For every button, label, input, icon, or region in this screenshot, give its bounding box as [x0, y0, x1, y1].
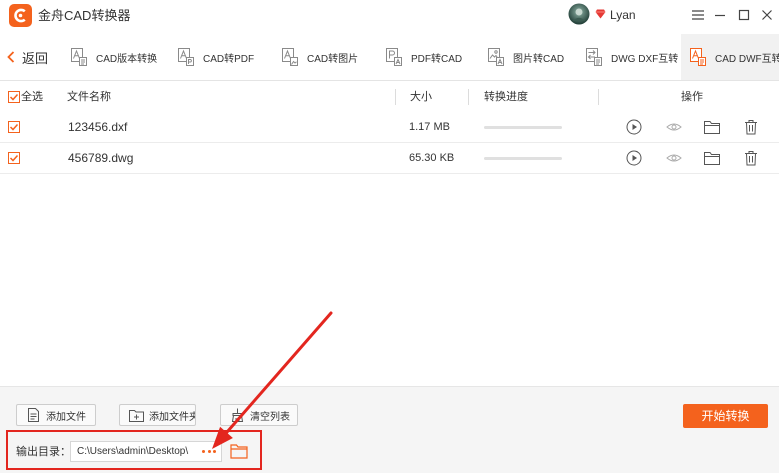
- select-all-label[interactable]: 全选: [21, 82, 43, 112]
- tab-cad-version-convert[interactable]: CAD版本转换: [62, 34, 169, 80]
- output-dir-label: 输出目录：: [16, 446, 71, 458]
- column-header-progress: 转换进度: [484, 91, 528, 103]
- delete-button[interactable]: [742, 150, 760, 166]
- add-folder-icon: [129, 408, 144, 422]
- close-button[interactable]: [760, 8, 774, 22]
- file-table-header: 全选 文件名称 大小 转换进度 操作: [0, 82, 779, 112]
- folder-icon: [230, 444, 248, 459]
- minimize-button[interactable]: [713, 8, 727, 22]
- output-dir-field[interactable]: [70, 441, 222, 462]
- preview-button[interactable]: [665, 119, 683, 135]
- cad-to-pdf-icon: [177, 47, 195, 67]
- close-icon: [762, 10, 772, 20]
- play-icon: [626, 119, 642, 135]
- open-folder-button[interactable]: [703, 119, 721, 135]
- app-logo-icon: [9, 4, 32, 27]
- play-icon: [626, 150, 642, 166]
- column-header-size: 大小: [410, 91, 432, 103]
- vip-diamond-icon[interactable]: [595, 9, 606, 19]
- conversion-progress-bar: [484, 157, 562, 160]
- cad-to-image-icon: [281, 47, 299, 67]
- minimize-icon: [715, 14, 725, 17]
- preview-button[interactable]: [665, 150, 683, 166]
- toolbar: 返回 CAD版本转换 CAD转PDF CAD转图片 PDF转CAD 图片转CAD…: [0, 34, 779, 81]
- image-to-cad-icon: [487, 47, 505, 67]
- row-checkbox[interactable]: [8, 152, 20, 164]
- footer-panel: 添加文件 添加文件夹 清空列表 开始转换 输出目录：: [0, 386, 779, 473]
- menu-icon: [692, 10, 704, 20]
- column-divider[interactable]: [598, 89, 599, 105]
- tab-label: PDF转CAD: [411, 53, 463, 65]
- table-row[interactable]: 123456.dxf 1.17 MB: [0, 112, 779, 143]
- file-list-empty-area[interactable]: [0, 174, 779, 386]
- folder-icon: [704, 152, 720, 165]
- tab-label: CAD版本转换: [96, 53, 158, 65]
- row-checkbox[interactable]: [8, 121, 20, 133]
- back-label: 返回: [22, 50, 49, 66]
- tab-image-to-cad[interactable]: 图片转CAD: [479, 34, 577, 80]
- column-header-actions: 操作: [681, 91, 703, 103]
- maximize-button[interactable]: [737, 8, 751, 22]
- file-size: 1.17 MB: [409, 121, 450, 133]
- tab-cad-to-image[interactable]: CAD转图片: [273, 34, 377, 80]
- table-row[interactable]: 456789.dwg 65.30 KB: [0, 143, 779, 174]
- browse-dots-icon[interactable]: [202, 450, 216, 453]
- trash-icon: [745, 120, 757, 135]
- delete-button[interactable]: [742, 119, 760, 135]
- tab-label: CAD转PDF: [203, 53, 255, 65]
- add-folder-label: 添加文件夹: [149, 411, 196, 423]
- add-file-label: 添加文件: [46, 411, 86, 423]
- tab-cad-dwf-convert[interactable]: CAD DWF互转: [681, 34, 779, 80]
- maximize-icon: [738, 9, 750, 21]
- tab-label: 图片转CAD: [513, 53, 565, 65]
- clear-list-label: 清空列表: [250, 411, 290, 423]
- start-convert-button[interactable]: 开始转换: [683, 404, 768, 428]
- clear-list-icon: [230, 408, 245, 422]
- column-divider[interactable]: [468, 89, 469, 105]
- select-all-checkbox[interactable]: [8, 91, 20, 103]
- tab-label: CAD转图片: [307, 53, 359, 65]
- add-file-icon: [26, 408, 41, 422]
- trash-icon: [745, 151, 757, 166]
- tab-cad-to-pdf[interactable]: CAD转PDF: [169, 34, 273, 80]
- column-divider[interactable]: [395, 89, 396, 105]
- open-output-folder-button[interactable]: [230, 443, 248, 459]
- tab-label: CAD DWF互转: [715, 53, 779, 65]
- file-name: 123456.dxf: [68, 120, 128, 134]
- user-name[interactable]: Lyan: [610, 8, 636, 22]
- open-folder-button[interactable]: [703, 150, 721, 166]
- output-dir-input[interactable]: [71, 442, 199, 461]
- back-button[interactable]: 返回: [0, 34, 58, 80]
- conversion-progress-bar: [484, 126, 562, 129]
- folder-icon: [704, 121, 720, 134]
- avatar[interactable]: [568, 3, 590, 25]
- app-window: 金舟CAD转换器 Lyan 返回 CAD版本转换 CAD转PDF CAD转图片 …: [0, 0, 779, 473]
- eye-icon: [666, 154, 682, 162]
- cad-version-icon: [70, 47, 88, 67]
- dwg-dxf-convert-icon: [585, 47, 603, 67]
- convert-button[interactable]: [625, 119, 643, 135]
- tab-dwg-dxf-convert[interactable]: DWG DXF互转: [577, 34, 681, 80]
- file-size: 65.30 KB: [409, 152, 455, 164]
- chevron-left-icon: [7, 51, 15, 63]
- clear-list-button[interactable]: 清空列表: [220, 404, 298, 426]
- column-header-file-name: 文件名称: [67, 91, 111, 103]
- eye-icon: [666, 123, 682, 131]
- add-folder-button[interactable]: 添加文件夹: [119, 404, 196, 426]
- cad-dwf-convert-icon: [689, 47, 707, 67]
- add-file-button[interactable]: 添加文件: [16, 404, 96, 426]
- title-bar: 金舟CAD转换器 Lyan: [0, 0, 779, 34]
- tab-pdf-to-cad[interactable]: PDF转CAD: [377, 34, 479, 80]
- convert-button[interactable]: [625, 150, 643, 166]
- file-name: 456789.dwg: [68, 151, 134, 165]
- app-title: 金舟CAD转换器: [38, 8, 131, 23]
- pdf-to-cad-icon: [385, 47, 403, 67]
- menu-button[interactable]: [691, 8, 705, 22]
- tab-label: DWG DXF互转: [611, 53, 679, 65]
